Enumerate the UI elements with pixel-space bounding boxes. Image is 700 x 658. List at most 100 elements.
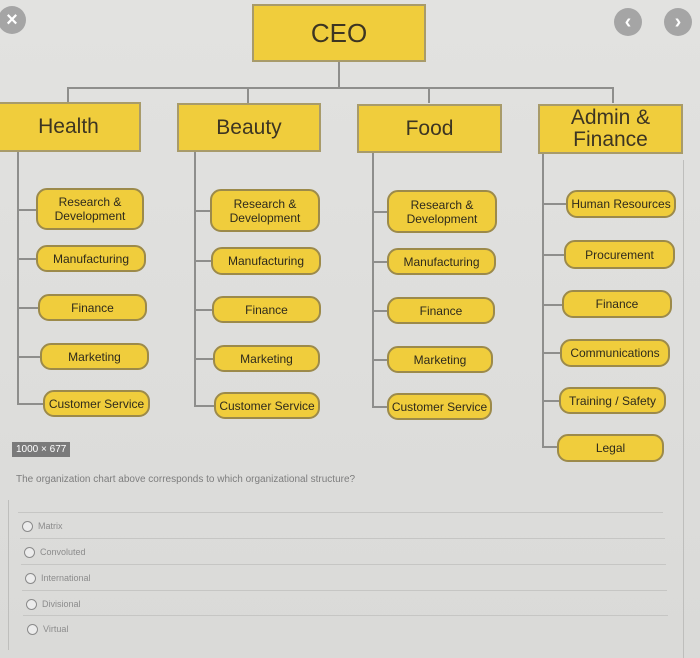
radio-button[interactable] <box>25 572 36 584</box>
connector <box>247 87 249 103</box>
unit-box: Marketing <box>40 343 149 370</box>
connector <box>17 307 39 309</box>
connector <box>372 153 374 408</box>
option-label: International <box>41 573 91 583</box>
unit-box: Research & Development <box>387 190 497 233</box>
unit-box: Marketing <box>387 346 493 373</box>
chevron-left-icon[interactable]: ‹ <box>614 8 642 36</box>
option-convoluted[interactable]: Convoluted <box>20 538 665 565</box>
connector <box>67 87 613 89</box>
connector <box>18 356 41 358</box>
unit-box: Manufacturing <box>36 245 146 272</box>
connector <box>194 152 196 407</box>
unit-label: Marketing <box>240 351 293 366</box>
unit-label: Customer Service <box>219 398 315 413</box>
connector <box>612 87 614 103</box>
connector <box>542 352 562 354</box>
unit-label: Research & Development <box>406 197 478 226</box>
connector <box>17 258 37 260</box>
unit-label: Human Resources <box>571 197 671 211</box>
unit-box: Manufacturing <box>211 247 321 275</box>
division-label: Health <box>38 115 99 138</box>
ceo-box: CEO <box>252 4 426 62</box>
unit-box: Research & Development <box>210 189 320 232</box>
connector <box>18 403 43 405</box>
division-admin-finance: Admin & Finance <box>538 104 683 154</box>
next-glyph: › <box>674 10 682 33</box>
unit-label: Research & Development <box>229 196 301 225</box>
division-label: Beauty <box>216 115 282 139</box>
division-label: Food <box>405 116 454 140</box>
connector <box>194 260 212 262</box>
frame-border <box>8 500 9 650</box>
unit-box: Customer Service <box>214 392 320 419</box>
unit-label: Research & Development <box>54 195 126 223</box>
unit-label: Marketing <box>413 352 467 367</box>
connector <box>17 209 37 211</box>
division-health: Health <box>0 102 141 152</box>
option-virtual[interactable]: Virtual <box>23 615 668 642</box>
unit-label: Manufacturing <box>403 254 480 269</box>
unit-label: Manufacturing <box>52 251 130 266</box>
unit-label: Customer Service <box>48 396 145 411</box>
option-international[interactable]: International <box>21 564 666 591</box>
unit-box: Research & Development <box>36 188 144 230</box>
close-icon[interactable]: × <box>0 6 26 34</box>
unit-box: Finance <box>212 296 321 323</box>
unit-box: Training / Safety <box>559 387 666 414</box>
radio-button[interactable] <box>26 598 37 610</box>
unit-label: Finance <box>595 297 639 311</box>
connector <box>67 87 69 103</box>
connector <box>195 309 213 311</box>
connector <box>542 304 564 306</box>
division-beauty: Beauty <box>177 103 321 152</box>
division-label: Admin & Finance <box>570 106 651 151</box>
unit-box: Manufacturing <box>387 248 496 275</box>
option-label: Virtual <box>43 624 69 634</box>
option-label: Matrix <box>38 521 63 531</box>
option-label: Divisional <box>42 599 81 609</box>
connector <box>194 210 211 212</box>
unit-box: Customer Service <box>43 390 150 417</box>
ceo-label: CEO <box>310 17 368 48</box>
connector <box>17 152 19 405</box>
option-divisional[interactable]: Divisional <box>22 590 667 617</box>
unit-box: Legal <box>557 434 664 462</box>
radio-button[interactable] <box>24 546 35 558</box>
option-matrix[interactable]: Matrix <box>18 512 663 539</box>
unit-box: Finance <box>38 294 147 321</box>
unit-box: Procurement <box>564 240 675 269</box>
unit-label: Training / Safety <box>569 393 656 408</box>
unit-label: Manufacturing <box>227 254 305 268</box>
unit-box: Finance <box>562 290 672 318</box>
division-food: Food <box>357 104 502 153</box>
prev-glyph: ‹ <box>624 10 632 33</box>
connector <box>338 60 340 88</box>
connector <box>195 405 215 407</box>
close-glyph: × <box>6 8 18 31</box>
unit-label: Communications <box>570 346 660 360</box>
unit-box: Human Resources <box>566 190 676 218</box>
connector <box>542 154 544 447</box>
connector <box>195 358 214 360</box>
unit-label: Customer Service <box>391 399 488 414</box>
connector <box>542 254 565 256</box>
unit-label: Finance <box>71 300 114 315</box>
frame-border <box>683 160 684 658</box>
unit-box: Marketing <box>213 345 320 372</box>
connector <box>542 203 567 205</box>
radio-button[interactable] <box>22 520 33 532</box>
chevron-right-icon[interactable]: › <box>664 8 692 36</box>
radio-button[interactable] <box>27 623 38 635</box>
unit-label: Procurement <box>585 247 654 262</box>
question-text: The organization chart above corresponds… <box>16 474 356 485</box>
unit-box: Communications <box>560 339 670 367</box>
unit-box: Finance <box>387 297 495 324</box>
unit-label: Legal <box>595 441 626 455</box>
org-chart-canvas: × ‹ › CEO Health Beauty Food Admin & Fina… <box>0 0 700 658</box>
unit-label: Marketing <box>68 349 121 364</box>
connector <box>428 87 430 103</box>
unit-box: Customer Service <box>387 393 492 420</box>
unit-label: Finance <box>419 303 463 318</box>
image-size-badge: 1000 × 677 <box>12 442 71 457</box>
